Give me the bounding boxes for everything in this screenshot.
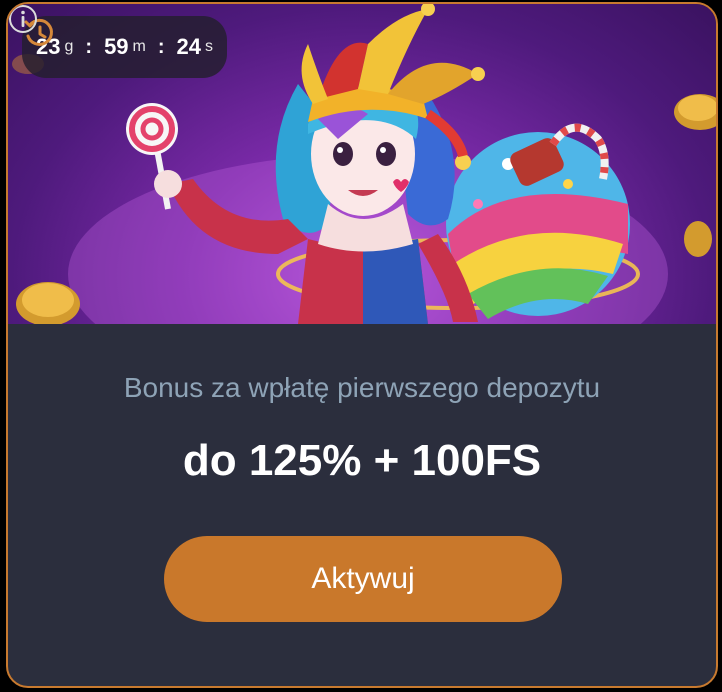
promo-banner-image: 23 g : 59 m : 24 s [8, 4, 716, 324]
timer-seconds: 24 [176, 34, 202, 59]
offer-details: Bonus za wpłatę pierwszego depozytu do 1… [8, 324, 716, 686]
timer-hours: 59 [104, 34, 129, 59]
timer-separator: : [85, 35, 93, 58]
timer-separator: : [157, 35, 165, 58]
bonus-card: 23 g : 59 m : 24 s Bonus za wpłatę pierw… [6, 2, 718, 688]
offer-subtitle: Bonus za wpłatę pierwszego depozytu [123, 372, 601, 403]
timer-seconds-unit: s [205, 38, 214, 55]
info-icon[interactable] [8, 4, 38, 34]
timer-days-unit: g [64, 38, 74, 55]
timer-hours-unit: m [132, 38, 146, 55]
activate-button[interactable]: Aktywuj [164, 536, 562, 622]
countdown-timer: 23 g : 59 m : 24 s [22, 16, 228, 78]
coin-left [16, 282, 80, 324]
offer-headline: do 125% + 100FS [182, 436, 542, 485]
